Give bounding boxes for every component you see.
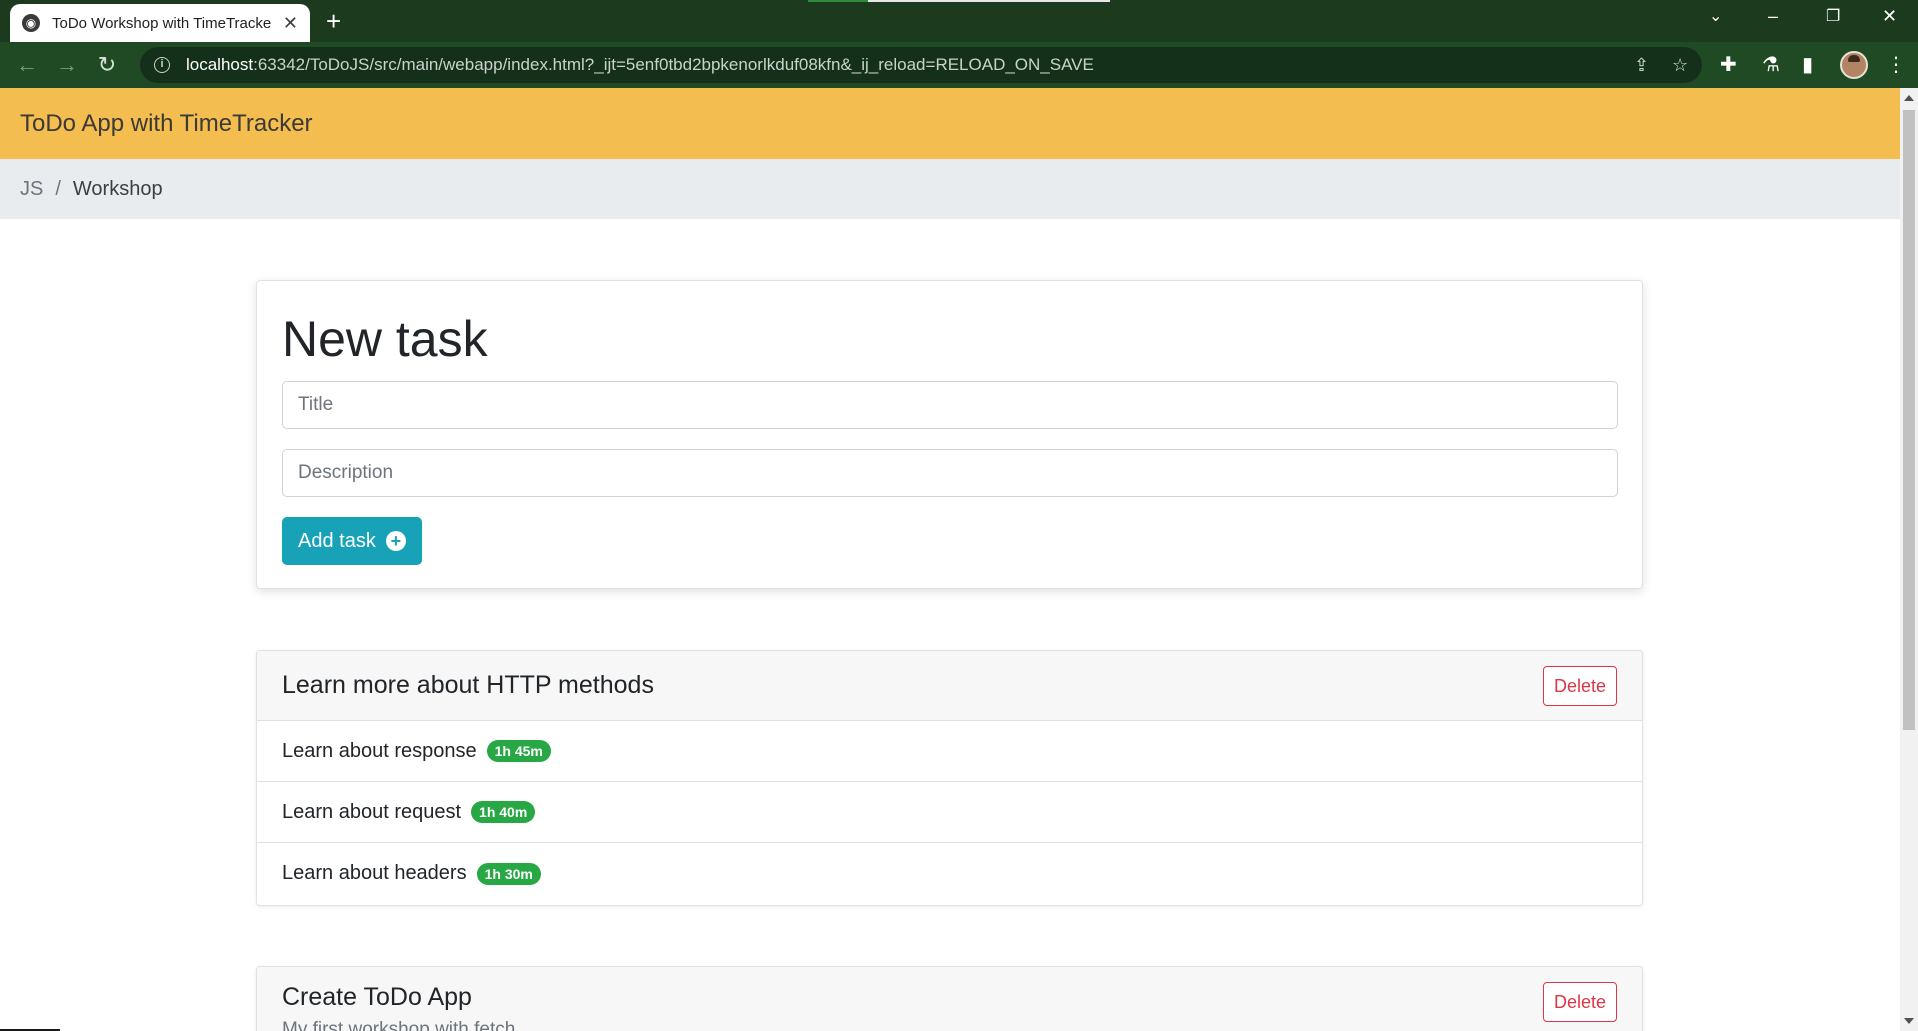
breadcrumb-link-js[interactable]: JS [20,178,43,201]
task-title: Learn more about HTTP methods [282,671,654,699]
back-icon[interactable]: ← [12,50,42,80]
new-task-card: New task Add task + [256,280,1643,589]
task-title-input[interactable] [282,381,1618,429]
flask-icon[interactable]: ⚗ [1762,54,1780,76]
delete-task-button[interactable]: Delete [1542,666,1617,706]
operation-item: Learn about response 1h 45m [257,721,1642,782]
new-task-heading: New task [282,311,488,367]
operation-item: Learn about headers 1h 30m [257,843,1642,904]
tab-title: ToDo Workshop with TimeTracker [52,14,272,32]
app-navbar: ToDo App with TimeTracker [0,88,1900,159]
browser-tab[interactable]: ◉ ToDo Workshop with TimeTracker ✕ [10,4,310,42]
page-scrollbar[interactable] [1900,88,1918,1031]
kebab-menu-icon[interactable]: ⋮ [1886,54,1906,76]
task-header: Create ToDo App My first workshop with f… [257,967,1642,1031]
share-icon[interactable]: ⇪ [1634,55,1649,76]
plus-icon[interactable]: + [326,7,341,35]
sidepanel-icon[interactable]: ▮ [1802,54,1813,76]
puzzle-icon[interactable]: ✚ [1720,54,1737,76]
address-bar[interactable]: i localhost:63342/ToDoJS/src/main/webapp… [140,47,1702,83]
breadcrumb-current: Workshop [72,177,163,200]
time-badge: 1h 40m [471,801,536,823]
time-badge: 1h 30m [476,862,541,885]
task-description-input[interactable] [282,449,1618,497]
restore-icon[interactable]: ❐ [1826,6,1840,26]
app-brand[interactable]: ToDo App with TimeTracker [20,110,313,138]
add-task-label: Add task [298,529,376,552]
globe-icon: ◉ [22,14,40,32]
breadcrumb-separator: / [55,177,61,200]
reload-icon[interactable]: ↻ [92,50,122,80]
plus-circle-icon: + [385,531,406,551]
minimize-icon[interactable]: – [1768,6,1778,27]
browser-tab-strip: ◉ ToDo Workshop with TimeTracker ✕ + ⌄ –… [0,0,1918,42]
scroll-down-icon[interactable] [1904,1018,1914,1024]
close-icon[interactable]: ✕ [283,13,298,34]
task-header: Learn more about HTTP methods Delete [257,651,1642,721]
add-task-button[interactable]: Add task + [282,517,422,565]
chevron-down-icon[interactable]: ⌄ [1709,6,1722,26]
operation-description: Learn about response [282,739,477,762]
operation-description: Learn about headers [282,862,467,884]
operation-item: Learn about request 1h 40m [257,782,1642,843]
window-close-icon[interactable]: ✕ [1882,6,1897,27]
task-card: Create ToDo App My first workshop with f… [256,966,1643,1031]
scroll-up-icon[interactable] [1904,95,1914,101]
info-icon[interactable]: i [154,57,170,73]
operation-description: Learn about request [282,800,462,823]
task-description: My first workshop with fetch [282,1019,516,1031]
avatar[interactable] [1840,51,1868,79]
url-text: localhost:63342/ToDoJS/src/main/webapp/i… [186,55,1094,74]
task-title: Create ToDo App [282,983,472,1011]
star-icon[interactable]: ☆ [1672,55,1688,76]
delete-task-button[interactable]: Delete [1542,982,1617,1022]
tab-loading-track [868,0,1110,2]
scroll-thumb[interactable] [1903,110,1915,730]
task-card: Learn more about HTTP methods Delete Lea… [256,650,1643,906]
tab-loading-bar [808,0,868,2]
browser-toolbar: ← → ↻ i localhost:63342/ToDoJS/src/main/… [0,42,1918,88]
breadcrumb: JS / Workshop [0,159,1900,219]
forward-icon[interactable]: → [52,50,82,80]
time-badge: 1h 45m [486,740,551,762]
